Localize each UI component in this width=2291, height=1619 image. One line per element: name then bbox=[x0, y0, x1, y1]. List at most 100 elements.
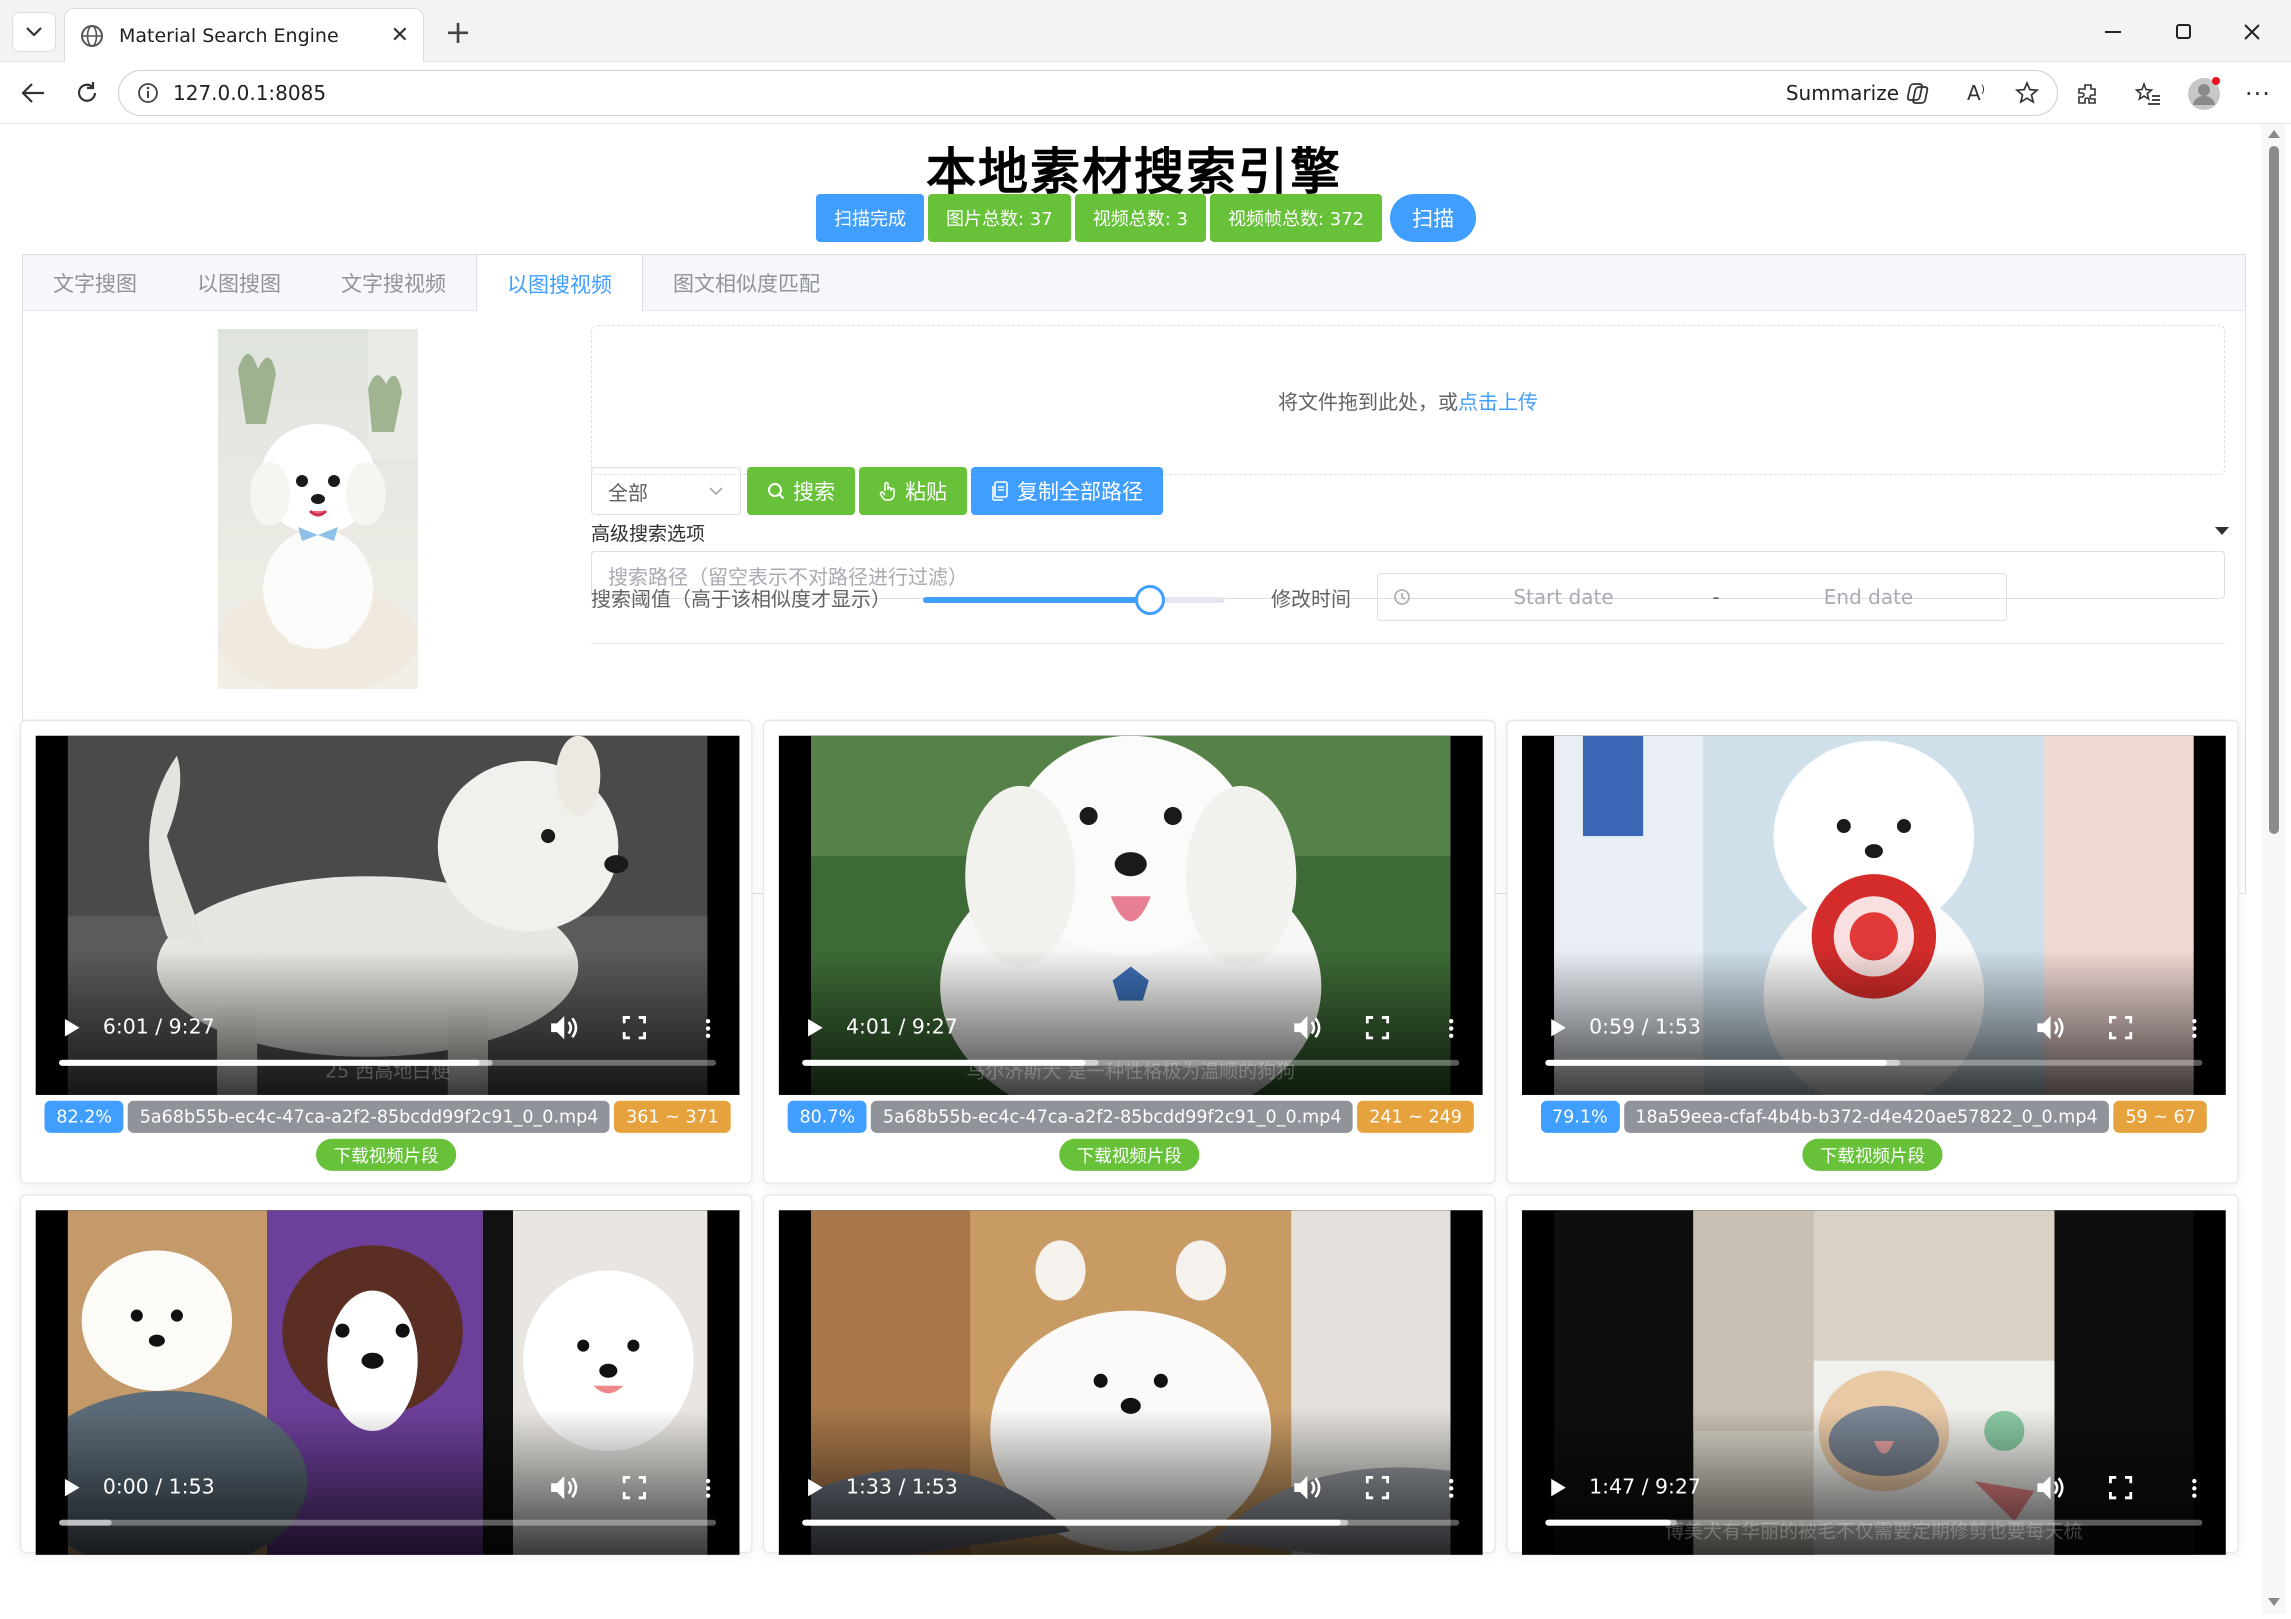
page-scrollbar[interactable] bbox=[2262, 124, 2286, 1614]
volume-icon[interactable] bbox=[2036, 1475, 2068, 1501]
start-date-input[interactable]: Start date bbox=[1426, 585, 1701, 609]
read-aloud-icon[interactable]: A) bbox=[1967, 81, 1985, 105]
video-progress-bar[interactable] bbox=[59, 1519, 717, 1526]
threshold-slider-handle[interactable] bbox=[1134, 585, 1165, 615]
volume-icon[interactable] bbox=[550, 1015, 582, 1041]
maximize-icon[interactable] bbox=[2160, 12, 2208, 52]
video-progress-bar[interactable] bbox=[1545, 1519, 2203, 1526]
clock-icon bbox=[1378, 588, 1426, 606]
url-omnibox[interactable]: 127.0.0.1:8085 Summarize A) bbox=[118, 70, 2058, 116]
video-buffered bbox=[59, 1519, 112, 1526]
fullscreen-icon[interactable] bbox=[622, 1016, 655, 1040]
more-options-icon[interactable] bbox=[1442, 1018, 1460, 1038]
new-tab-icon[interactable]: + bbox=[438, 12, 478, 52]
fullscreen-icon[interactable] bbox=[2108, 1475, 2141, 1500]
play-icon[interactable] bbox=[808, 1018, 823, 1037]
favorite-star-icon[interactable] bbox=[2015, 81, 2039, 105]
video-player[interactable]: 0:59 / 1:53 bbox=[1522, 735, 2226, 1095]
result-card: 1:33 / 1:53 bbox=[762, 1194, 1496, 1555]
query-image-preview bbox=[218, 329, 418, 689]
file-name-tag[interactable]: 5a68b55b-ec4c-47ca-a2f2-85bcdd99f2c91_0_… bbox=[128, 1100, 611, 1133]
download-clip-button[interactable]: 下载视频片段 bbox=[316, 1138, 457, 1171]
video-player[interactable]: 0:00 / 1:53 bbox=[35, 1210, 740, 1555]
caret-down-icon[interactable] bbox=[2215, 527, 2229, 535]
video-player[interactable]: 博美犬有华丽的被毛不仅需要定期修剪也要每天梳 1:47 / 9:27 bbox=[1522, 1210, 2226, 1555]
search-button[interactable]: 搜索 bbox=[747, 467, 855, 515]
file-name-tag[interactable]: 5a68b55b-ec4c-47ca-a2f2-85bcdd99f2c91_0_… bbox=[871, 1100, 1354, 1133]
stats-bar: 扫描完成 图片总数: 37 视频总数: 3 视频帧总数: 372 扫描 bbox=[816, 194, 1477, 242]
play-icon[interactable] bbox=[64, 1478, 80, 1497]
upload-dropzone[interactable]: 将文件拖到此处，或 点击上传 bbox=[591, 325, 2225, 475]
more-options-icon[interactable] bbox=[2185, 1018, 2203, 1038]
tab-text-video-search[interactable]: 文字搜视频 bbox=[311, 255, 476, 311]
similarity-score-tag: 82.2% bbox=[44, 1100, 124, 1133]
scope-select[interactable]: 全部 bbox=[591, 467, 741, 515]
video-player[interactable]: 25 西高地白梗 6:01 / 9:27 bbox=[35, 735, 740, 1095]
site-info-icon[interactable] bbox=[137, 82, 159, 104]
more-options-icon[interactable] bbox=[2185, 1478, 2203, 1498]
result-tags: 82.2% 5a68b55b-ec4c-47ca-a2f2-85bcdd99f2… bbox=[21, 1100, 754, 1133]
copilot-icon bbox=[1907, 83, 1929, 104]
minimize-icon[interactable] bbox=[2090, 12, 2138, 52]
frame-total-badge: 视频帧总数: 372 bbox=[1209, 194, 1383, 242]
video-progress-bar[interactable] bbox=[802, 1519, 1460, 1526]
tab-text-image-search[interactable]: 文字搜图 bbox=[23, 255, 167, 311]
volume-icon[interactable] bbox=[2036, 1015, 2068, 1041]
result-card: 25 西高地白梗 6:01 / 9:27 82.2% 5a68b55b-ec4c… bbox=[19, 719, 754, 1184]
tab-actions-chevron-icon[interactable] bbox=[12, 12, 56, 52]
more-options-icon[interactable] bbox=[699, 1478, 717, 1498]
volume-icon[interactable] bbox=[1293, 1475, 1325, 1501]
video-player[interactable]: 马尔济斯犬 是一种性格极为温顺的狗狗 4:01 / 9:27 bbox=[778, 735, 1483, 1095]
download-clip-button[interactable]: 下载视频片段 bbox=[1802, 1138, 1943, 1171]
back-icon[interactable] bbox=[12, 72, 54, 114]
tab-image-text-similarity[interactable]: 图文相似度匹配 bbox=[643, 255, 850, 311]
play-icon[interactable] bbox=[64, 1018, 80, 1037]
end-date-input[interactable]: End date bbox=[1731, 585, 2006, 609]
video-time: 0:00 / 1:53 bbox=[102, 1475, 215, 1500]
download-clip-button[interactable]: 下载视频片段 bbox=[1059, 1138, 1200, 1171]
fullscreen-icon[interactable] bbox=[1365, 1475, 1398, 1500]
upload-hint: 将文件拖到此处，或 bbox=[1278, 389, 1458, 414]
paste-button[interactable]: 粘贴 bbox=[859, 467, 967, 515]
tab-image-image-search[interactable]: 以图搜图 bbox=[167, 255, 311, 311]
browser-tab[interactable]: Material Search Engine ✕ bbox=[64, 8, 424, 62]
upload-link[interactable]: 点击上传 bbox=[1458, 386, 1538, 415]
scroll-down-arrow-icon[interactable] bbox=[2268, 1598, 2280, 1606]
tab-image-video-search[interactable]: 以图搜视频 bbox=[476, 255, 643, 312]
scrollbar-thumb[interactable] bbox=[2269, 146, 2279, 834]
modified-date-range[interactable]: Start date - End date bbox=[1377, 573, 2007, 621]
video-controls: 0:00 / 1:53 bbox=[36, 1467, 740, 1508]
settings-more-icon[interactable]: ··· bbox=[2238, 74, 2278, 114]
summarize-button[interactable]: Summarize bbox=[1786, 81, 1931, 105]
video-time: 1:47 / 9:27 bbox=[1589, 1475, 1701, 1500]
copy-all-paths-button[interactable]: 复制全部路径 bbox=[971, 467, 1163, 515]
scroll-up-arrow-icon[interactable] bbox=[2268, 130, 2280, 138]
video-progress-bar[interactable] bbox=[802, 1059, 1460, 1066]
extensions-icon[interactable] bbox=[2068, 74, 2108, 114]
fullscreen-icon[interactable] bbox=[622, 1475, 655, 1500]
play-icon[interactable] bbox=[1551, 1478, 1566, 1497]
video-time: 6:01 / 9:27 bbox=[102, 1016, 215, 1040]
video-played bbox=[59, 1059, 480, 1066]
advanced-options-toggle[interactable]: 高级搜索选项 bbox=[591, 519, 705, 546]
video-player[interactable]: 1:33 / 1:53 bbox=[778, 1210, 1483, 1555]
favorites-list-icon[interactable] bbox=[2128, 74, 2168, 114]
play-icon[interactable] bbox=[808, 1478, 823, 1497]
video-progress-bar[interactable] bbox=[59, 1059, 717, 1066]
reload-icon[interactable] bbox=[66, 72, 108, 114]
summarize-label: Summarize bbox=[1785, 81, 1900, 105]
close-window-icon[interactable] bbox=[2228, 12, 2276, 52]
close-tab-icon[interactable]: ✕ bbox=[391, 23, 409, 48]
profile-avatar-icon[interactable] bbox=[2184, 74, 2224, 114]
play-icon[interactable] bbox=[1551, 1018, 1566, 1037]
volume-icon[interactable] bbox=[550, 1475, 582, 1501]
video-progress-bar[interactable] bbox=[1545, 1059, 2203, 1066]
threshold-slider[interactable] bbox=[923, 585, 1225, 615]
scan-button[interactable]: 扫描 bbox=[1390, 194, 1477, 242]
file-name-tag[interactable]: 18a59eea-cfaf-4b4b-b372-d4e420ae57822_0_… bbox=[1623, 1100, 2110, 1133]
volume-icon[interactable] bbox=[1293, 1015, 1325, 1041]
fullscreen-icon[interactable] bbox=[1365, 1016, 1398, 1040]
more-options-icon[interactable] bbox=[699, 1018, 717, 1038]
more-options-icon[interactable] bbox=[1442, 1478, 1460, 1498]
fullscreen-icon[interactable] bbox=[2108, 1016, 2141, 1040]
